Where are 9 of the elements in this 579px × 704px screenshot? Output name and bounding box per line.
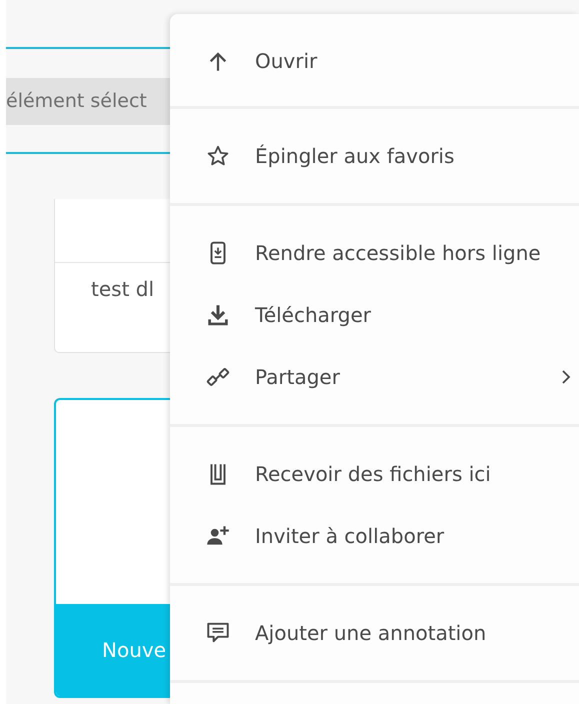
chevron-right-icon <box>561 369 571 385</box>
menu-item[interactable]: Rendre accessible hors ligne <box>170 222 579 284</box>
menu-item[interactable]: Partager <box>170 346 579 408</box>
selection-count-text: élément sélect <box>6 78 170 125</box>
menu-item[interactable]: Télécharger <box>170 284 579 346</box>
menu-item[interactable]: Ouvrir <box>170 30 579 92</box>
menu-item[interactable]: Épingler aux favoris <box>170 125 579 187</box>
menu-item[interactable]: Recevoir des fichiers ici <box>170 443 579 505</box>
menu-item[interactable]: Inviter à collaborer <box>170 505 579 567</box>
